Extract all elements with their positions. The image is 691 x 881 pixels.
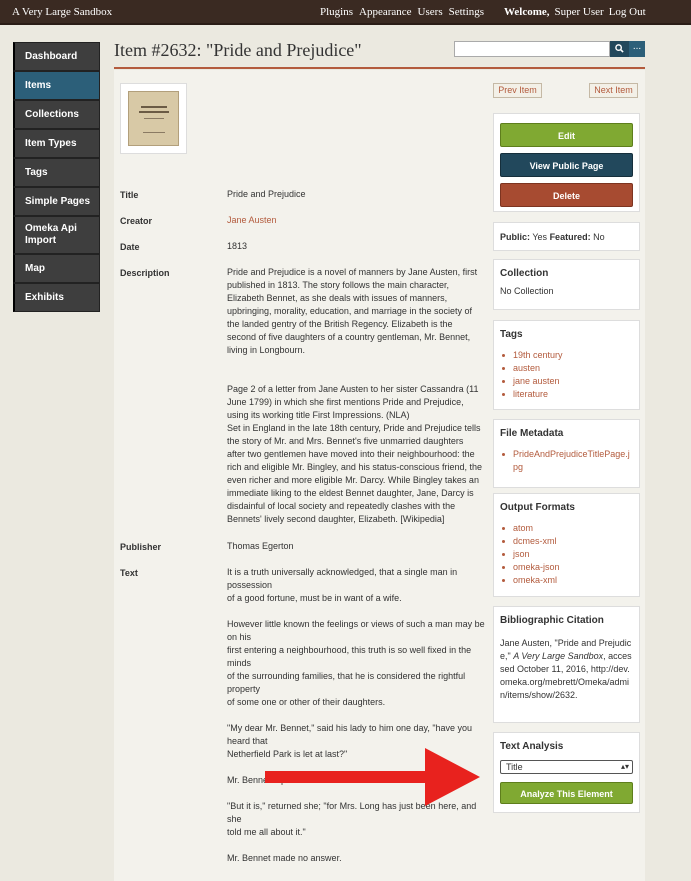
- user-link[interactable]: Super User: [555, 6, 604, 18]
- view-public-page-button[interactable]: View Public Page: [500, 153, 633, 177]
- citation-site: A Very Large Sandbox: [513, 651, 604, 661]
- publisher-value: Thomas Egerton: [227, 541, 294, 551]
- text-body: It is a truth universally acknowledged, …: [227, 566, 485, 865]
- nav-appearance[interactable]: Appearance: [359, 6, 412, 18]
- date-label: Date: [120, 242, 140, 252]
- user-area: Welcome, Super User Log Out: [504, 6, 651, 18]
- file-metadata-heading: File Metadata: [500, 428, 564, 439]
- nav-plugins[interactable]: Plugins: [320, 6, 353, 18]
- text-analysis-heading: Text Analysis: [500, 741, 564, 752]
- description-label: Description: [120, 268, 170, 278]
- sidebar-item-simple-pages[interactable]: Simple Pages: [13, 187, 100, 216]
- text-line: It is a truth universally acknowledged, …: [227, 567, 458, 590]
- text-line: of the surrounding families, that he is …: [227, 671, 466, 694]
- sidebar-item-items[interactable]: Items: [13, 71, 100, 100]
- select-value: Title: [506, 762, 523, 772]
- collection-value: No Collection: [500, 286, 554, 296]
- public-value: Yes: [532, 232, 548, 242]
- output-format-link[interactable]: omeka-xml: [500, 574, 633, 587]
- red-arrow-annotation: [265, 748, 480, 806]
- tag-link[interactable]: austen: [500, 362, 633, 375]
- text-line: "My dear Mr. Bennet," said his lady to h…: [227, 723, 473, 746]
- title-label: Title: [120, 190, 139, 200]
- advanced-search-button[interactable]: ...: [629, 41, 645, 57]
- title-divider: [114, 67, 645, 69]
- output-formats-heading: Output Formats: [500, 502, 575, 513]
- title-value: Pride and Prejudice: [227, 189, 306, 199]
- tags-list: 19th century austen jane austen literatu…: [500, 349, 633, 401]
- title-page-image: [128, 91, 179, 146]
- nav-users[interactable]: Users: [418, 6, 443, 18]
- collection-panel: Collection No Collection: [493, 259, 640, 310]
- prev-item-button[interactable]: Prev Item: [493, 83, 542, 98]
- sidebar-item-dashboard[interactable]: Dashboard: [13, 42, 100, 71]
- top-bar: A Very Large Sandbox Plugins Appearance …: [0, 0, 691, 25]
- public-featured-panel: Public: Yes Featured: No: [493, 222, 640, 251]
- public-label: Public:: [500, 232, 531, 242]
- citation-text: Jane Austen, "Pride and Prejudice," A Ve…: [500, 637, 633, 702]
- text-label: Text: [120, 568, 138, 578]
- nav-settings[interactable]: Settings: [449, 6, 484, 18]
- creator-link[interactable]: Jane Austen: [227, 214, 482, 227]
- creator-label: Creator: [120, 216, 153, 226]
- text-line: of some one or other of their daughters.: [227, 697, 386, 707]
- file-link[interactable]: PrideAndPrejudiceTitlePage.jpg: [500, 448, 633, 474]
- sidebar-item-omeka-api-import[interactable]: Omeka Api Import: [13, 216, 100, 254]
- page-title: Item #2632: "Pride and Prejudice": [114, 40, 362, 60]
- site-title-link[interactable]: A Very Large Sandbox: [12, 6, 112, 18]
- sidebar-item-collections[interactable]: Collections: [13, 100, 100, 129]
- file-metadata-panel: File Metadata PrideAndPrejudiceTitlePage…: [493, 419, 640, 488]
- select-arrows-icon: ▴▾: [620, 762, 629, 771]
- text-line: [227, 605, 485, 618]
- sidebar-item-exhibits[interactable]: Exhibits: [13, 283, 100, 312]
- tag-link[interactable]: literature: [500, 388, 633, 401]
- output-format-link[interactable]: json: [500, 548, 633, 561]
- sidebar-item-map[interactable]: Map: [13, 254, 100, 283]
- output-format-link[interactable]: atom: [500, 522, 633, 535]
- text-line: of a good fortune, must be in want of a …: [227, 593, 402, 603]
- tags-heading: Tags: [500, 329, 523, 340]
- text-line: [227, 709, 485, 722]
- featured-value: No: [593, 232, 605, 242]
- analyze-element-button[interactable]: Analyze This Element: [500, 782, 633, 804]
- ellipsis-icon: ...: [632, 41, 642, 52]
- item-thumbnail[interactable]: [120, 83, 187, 154]
- featured-label: Featured:: [549, 232, 591, 242]
- welcome-text: Welcome,: [504, 6, 550, 18]
- date-value: 1813: [227, 241, 248, 251]
- description-paragraph: Page 2 of a letter from Jane Austen to h…: [227, 384, 479, 420]
- text-line: However little known the feelings or vie…: [227, 619, 485, 642]
- edit-button[interactable]: Edit: [500, 123, 633, 147]
- next-item-button[interactable]: Next Item: [589, 83, 638, 98]
- element-select[interactable]: Title ▴▾: [500, 760, 633, 774]
- text-line: Mr. Bennet made no answer.: [227, 853, 342, 863]
- output-formats-panel: Output Formats atom dcmes-xml json omeka…: [493, 493, 640, 597]
- description-paragraph: Set in England in the late 18th century,…: [227, 423, 482, 524]
- text-line: first entering a neighbourhood, this tru…: [227, 645, 472, 668]
- citation-panel: Bibliographic Citation Jane Austen, "Pri…: [493, 606, 640, 723]
- logout-link[interactable]: Log Out: [609, 6, 646, 18]
- publisher-label: Publisher: [120, 542, 162, 552]
- sidebar-item-item-types[interactable]: Item Types: [13, 129, 100, 158]
- sidebar-item-tags[interactable]: Tags: [13, 158, 100, 187]
- output-formats-list: atom dcmes-xml json omeka-json omeka-xml: [500, 522, 633, 587]
- citation-heading: Bibliographic Citation: [500, 615, 604, 626]
- sidebar: Dashboard Items Collections Item Types T…: [13, 42, 100, 312]
- tags-panel: Tags 19th century austen jane austen lit…: [493, 320, 640, 410]
- search-input[interactable]: [454, 41, 610, 57]
- delete-button[interactable]: Delete: [500, 183, 633, 207]
- text-line: told me all about it.": [227, 827, 306, 837]
- description-paragraph: Pride and Prejudice is a novel of manner…: [227, 267, 478, 355]
- public-featured-status: Public: Yes Featured: No: [500, 231, 633, 244]
- search-button[interactable]: [610, 41, 629, 57]
- output-format-link[interactable]: dcmes-xml: [500, 535, 633, 548]
- output-format-link[interactable]: omeka-json: [500, 561, 633, 574]
- search-icon: [615, 44, 624, 53]
- collection-heading: Collection: [500, 268, 549, 279]
- tag-link[interactable]: jane austen: [500, 375, 633, 388]
- top-nav: Plugins Appearance Users Settings: [320, 6, 490, 18]
- tag-link[interactable]: 19th century: [500, 349, 633, 362]
- file-list: PrideAndPrejudiceTitlePage.jpg: [500, 448, 633, 474]
- text-line: [227, 839, 485, 852]
